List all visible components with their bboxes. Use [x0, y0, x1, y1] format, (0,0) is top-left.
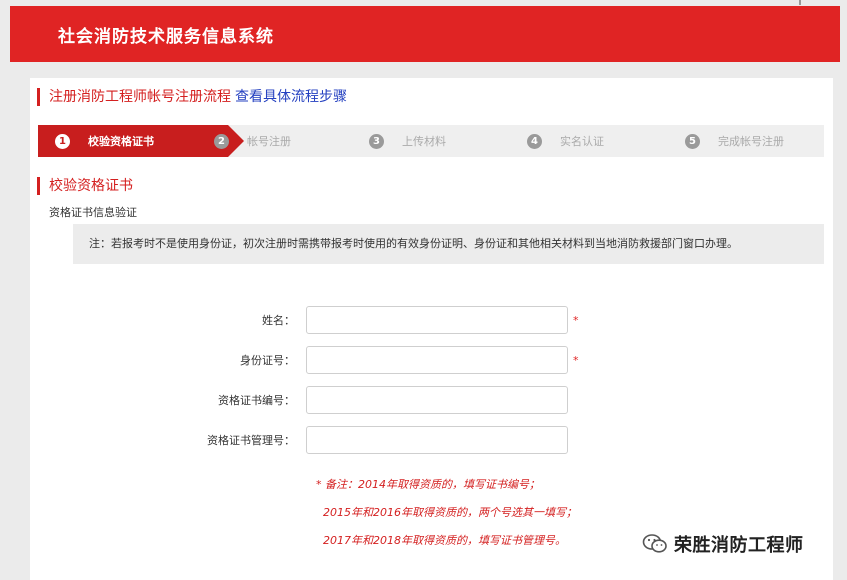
- top-edge-mark: [799, 0, 801, 5]
- form-row-id: 身份证号： *: [0, 346, 847, 374]
- notice-box: 注：若报考时不是使用身份证，初次注册时需携带报考时使用的有效身份证明、身份证和其…: [73, 224, 824, 264]
- app-header: 社会消防技术服务信息系统: [10, 6, 840, 62]
- remark-line-3: 2017年和2018年取得资质的，填写证书管理号。: [323, 534, 566, 547]
- step-4: 4 实名认证: [527, 125, 604, 157]
- cert-management-label: 资格证书管理号：: [207, 434, 295, 447]
- wechat-icon: [642, 533, 668, 555]
- cert-number-label: 资格证书编号：: [218, 394, 295, 407]
- step-label: 帐号注册: [247, 135, 291, 148]
- flow-detail-link[interactable]: 查看具体流程步骤: [235, 89, 347, 105]
- required-mark: *: [573, 314, 579, 327]
- app-title: 社会消防技术服务信息系统: [58, 27, 274, 47]
- step-2: 2 帐号注册: [214, 125, 291, 157]
- step-number: 3: [369, 133, 384, 149]
- id-number-input[interactable]: [306, 346, 568, 374]
- step-number: 2: [214, 133, 229, 149]
- watermark-text: 荣胜消防工程师: [674, 535, 804, 556]
- step-3: 3 上传材料: [369, 125, 446, 157]
- id-number-label: 身份证号：: [240, 354, 295, 367]
- step-progress-bar: 1 校验资格证书 2 帐号注册 3 上传材料 4 实名认证 5 完成帐号注册: [38, 125, 824, 157]
- flow-title-bar: 注册消防工程师帐号注册流程 查看具体流程步骤: [37, 88, 347, 106]
- section-title: 校验资格证书: [37, 177, 133, 195]
- step-number: 4: [527, 133, 542, 149]
- remark-line-2: 2015年和2016年取得资质的，两个号选其一填写；: [323, 506, 577, 519]
- step-label: 实名认证: [560, 135, 604, 148]
- step-1: 1 校验资格证书: [55, 125, 154, 157]
- step-label: 完成帐号注册: [718, 135, 784, 148]
- flow-title: 注册消防工程师帐号注册流程: [49, 89, 231, 105]
- notice-text: 注：若报考时不是使用身份证，初次注册时需携带报考时使用的有效身份证明、身份证和其…: [89, 237, 738, 250]
- required-mark: *: [573, 354, 579, 367]
- step-label: 校验资格证书: [88, 135, 154, 148]
- section-subtitle: 资格证书信息验证: [49, 206, 137, 219]
- step-label: 上传材料: [402, 135, 446, 148]
- step-5: 5 完成帐号注册: [685, 125, 784, 157]
- step-number: 5: [685, 133, 700, 149]
- form-row-name: 姓名： *: [0, 306, 847, 334]
- form-row-cert-mgmt: 资格证书管理号：: [0, 426, 847, 454]
- name-label: 姓名：: [262, 314, 295, 327]
- step-number: 1: [55, 133, 70, 149]
- cert-management-input[interactable]: [306, 426, 568, 454]
- cert-number-input[interactable]: [306, 386, 568, 414]
- form-row-cert-no: 资格证书编号：: [0, 386, 847, 414]
- name-input[interactable]: [306, 306, 568, 334]
- watermark: 荣胜消防工程师: [642, 530, 804, 558]
- remark-line-1: * 备注：2014年取得资质的，填写证书编号；: [316, 478, 540, 491]
